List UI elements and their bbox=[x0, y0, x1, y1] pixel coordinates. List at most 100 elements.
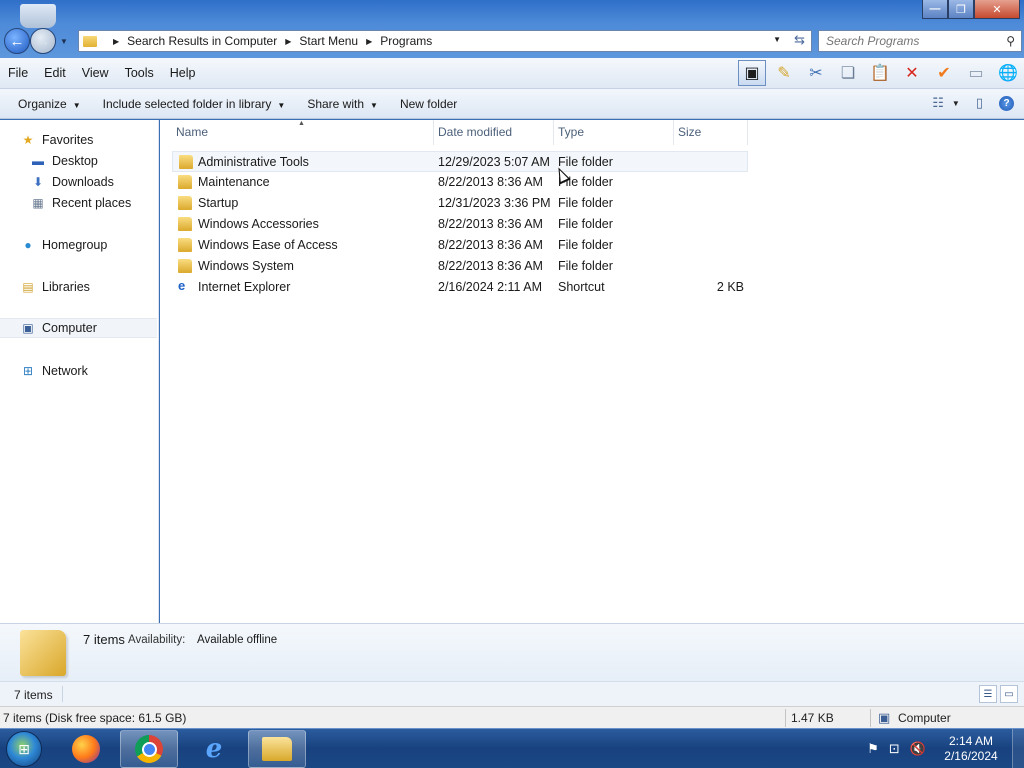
search-icon[interactable]: ⚲ bbox=[1006, 34, 1015, 48]
chevron-right-icon[interactable]: ▶ bbox=[366, 37, 372, 46]
nav-computer[interactable]: ▣ Computer bbox=[0, 318, 157, 338]
folder-icon bbox=[83, 35, 97, 47]
file-date: 2/16/2024 2:11 AM bbox=[438, 280, 543, 294]
close-button[interactable]: ✕ bbox=[974, 0, 1020, 19]
delete-icon[interactable]: ✕ bbox=[898, 60, 926, 86]
action-center-flag-icon[interactable]: ⚑ bbox=[867, 741, 879, 757]
globe-icon[interactable]: 🌐 bbox=[994, 60, 1022, 86]
breadcrumb-programs[interactable]: Programs bbox=[380, 34, 432, 48]
maximize-button[interactable]: ❐ bbox=[948, 0, 974, 19]
internet-explorer-icon: e bbox=[205, 734, 223, 764]
checkmark-icon[interactable]: ✔ bbox=[930, 60, 958, 86]
navigation-pane: ★ Favorites ▬ Desktop ⬇ Downloads ▦ Recent p… bbox=[0, 120, 159, 623]
taskbar-windows-explorer[interactable] bbox=[248, 730, 306, 768]
column-header-size[interactable]: Size bbox=[674, 120, 748, 145]
nav-desktop[interactable]: ▬ Desktop bbox=[0, 151, 157, 171]
computer-icon: ▣ bbox=[22, 321, 34, 335]
menu-edit[interactable]: Edit bbox=[36, 66, 74, 80]
chevron-down-icon: ▼ bbox=[277, 100, 286, 110]
recent-places-icon: ▦ bbox=[32, 196, 44, 210]
column-header-type[interactable]: Type bbox=[554, 120, 674, 145]
menu-help[interactable]: Help bbox=[162, 66, 204, 80]
table-row[interactable]: Administrative Tools 12/29/2023 5:07 AM … bbox=[172, 151, 748, 172]
nav-downloads-label: Downloads bbox=[52, 175, 114, 189]
availability-label: Availability: bbox=[128, 634, 186, 646]
selection-size: 1.47 KB bbox=[791, 711, 834, 725]
clock[interactable]: 2:14 AM 2/16/2024 bbox=[936, 734, 1006, 764]
view-options-icon[interactable]: ☷ bbox=[932, 95, 944, 111]
address-bar[interactable]: ▶ Search Results in Computer ▶ Start Men… bbox=[78, 30, 812, 52]
volume-muted-icon[interactable]: 🔇 bbox=[910, 741, 926, 757]
table-row[interactable]: Windows System 8/22/2013 8:36 AM File fo… bbox=[172, 256, 748, 277]
start-button[interactable]: ⊞ bbox=[6, 731, 42, 767]
back-button[interactable]: ← bbox=[4, 28, 30, 54]
menu-file[interactable]: File bbox=[0, 66, 36, 80]
folder-icon bbox=[179, 155, 193, 169]
location-label: Computer bbox=[898, 711, 951, 725]
large-icons-view-icon[interactable]: ▭ bbox=[1000, 685, 1018, 703]
search-input[interactable] bbox=[826, 34, 996, 48]
include-label: Include selected folder in library bbox=[102, 96, 272, 111]
divider bbox=[785, 709, 786, 727]
nav-downloads[interactable]: ⬇ Downloads bbox=[0, 172, 157, 192]
search-box[interactable]: ⚲ bbox=[818, 30, 1022, 52]
file-date: 8/22/2013 8:36 AM bbox=[438, 175, 543, 189]
help-icon: ? bbox=[999, 95, 1014, 111]
organize-button[interactable]: Organize ▼ bbox=[10, 97, 89, 111]
nav-network[interactable]: ⊞ Network bbox=[0, 361, 157, 381]
minimize-button[interactable]: — bbox=[922, 0, 948, 19]
show-desktop-button[interactable] bbox=[1012, 729, 1024, 768]
taskbar-chrome[interactable] bbox=[120, 730, 178, 768]
breadcrumb-start-menu[interactable]: Start Menu bbox=[299, 34, 358, 48]
table-row[interactable]: Windows Ease of Access 8/22/2013 8:36 AM… bbox=[172, 235, 748, 256]
file-name: Maintenance bbox=[198, 175, 270, 189]
breadcrumb-search-results[interactable]: Search Results in Computer bbox=[127, 34, 277, 48]
menu-tools[interactable]: Tools bbox=[117, 66, 162, 80]
forward-button[interactable]: → bbox=[30, 28, 56, 54]
include-in-library-button[interactable]: Include selected folder in library ▼ bbox=[95, 97, 294, 111]
downloads-icon: ⬇ bbox=[32, 175, 44, 189]
copy-icon[interactable]: ❏ bbox=[834, 60, 862, 86]
nav-favorites[interactable]: ★ Favorites bbox=[0, 130, 157, 150]
paste-icon[interactable]: 📋 bbox=[866, 60, 894, 86]
nav-libraries[interactable]: ▤ Libraries bbox=[0, 277, 157, 297]
chevron-right-icon[interactable]: ▶ bbox=[285, 37, 291, 46]
table-row[interactable]: Maintenance 8/22/2013 8:36 AM File folde… bbox=[172, 172, 748, 193]
table-row[interactable]: e Internet Explorer 2/16/2024 2:11 AM Sh… bbox=[172, 277, 748, 298]
taskbar-internet-explorer[interactable]: e bbox=[185, 730, 243, 768]
properties-icon[interactable]: ▭ bbox=[962, 60, 990, 86]
help-button[interactable]: ? bbox=[999, 95, 1014, 111]
preview-pane-icon[interactable]: ▯ bbox=[976, 95, 983, 111]
network-icon: ⊞ bbox=[22, 364, 34, 378]
folder-icon bbox=[178, 196, 192, 210]
taskbar-firefox[interactable] bbox=[57, 730, 115, 768]
layout-pane-icon[interactable]: ▣ bbox=[738, 60, 766, 86]
windows-logo-icon: ⊞ bbox=[18, 740, 30, 757]
nav-recent-places[interactable]: ▦ Recent places bbox=[0, 193, 157, 213]
table-row[interactable]: Startup 12/31/2023 3:36 PM File folder bbox=[172, 193, 748, 214]
chevron-down-icon[interactable]: ▼ bbox=[952, 99, 960, 108]
nav-homegroup[interactable]: ● Homegroup bbox=[0, 235, 157, 255]
new-folder-button[interactable]: New folder bbox=[392, 97, 465, 111]
chevron-right-icon[interactable]: ▶ bbox=[113, 37, 119, 46]
recent-pages-dropdown[interactable]: ▼ bbox=[60, 37, 68, 46]
network-icon[interactable]: ⊡ bbox=[889, 741, 900, 757]
file-name: Internet Explorer bbox=[198, 280, 291, 294]
column-header-date[interactable]: Date modified bbox=[434, 120, 554, 145]
menu-view[interactable]: View bbox=[74, 66, 117, 80]
folder-icon bbox=[178, 217, 192, 231]
file-date: 12/29/2023 5:07 AM bbox=[438, 155, 550, 169]
details-view-icon[interactable]: ☰ bbox=[979, 685, 997, 703]
refresh-icon[interactable]: ⇆ bbox=[794, 32, 805, 48]
file-type: Shortcut bbox=[558, 280, 605, 294]
file-name: Startup bbox=[198, 196, 239, 210]
file-size: 2 KB bbox=[716, 280, 744, 294]
status-strip: 7 items ☰ ▭ bbox=[0, 681, 1024, 706]
cut-icon[interactable]: ✂ bbox=[802, 60, 830, 86]
column-headers: Name ▲ Date modified Type Size bbox=[160, 120, 1024, 145]
address-dropdown-icon[interactable]: ▼ bbox=[773, 35, 781, 44]
share-with-button[interactable]: Share with ▼ bbox=[299, 97, 386, 111]
folder-options-icon[interactable]: ✎ bbox=[770, 60, 798, 86]
taskbar: ⊞ e ⚑ ⊡ 🔇 2:14 AM 2/16/2024 bbox=[0, 728, 1024, 768]
table-row[interactable]: Windows Accessories 8/22/2013 8:36 AM Fi… bbox=[172, 214, 748, 235]
